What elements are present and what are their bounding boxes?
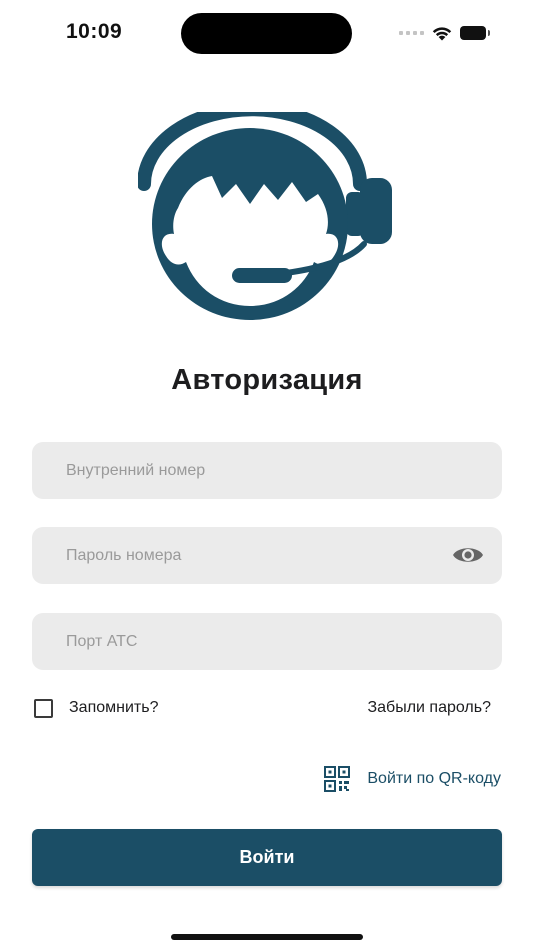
status-icons: [399, 23, 490, 43]
qr-login-label: Войти по QR-коду: [367, 770, 501, 787]
password-field: [32, 527, 502, 584]
qr-code-icon: [324, 766, 351, 792]
port-input[interactable]: [32, 613, 502, 670]
forgot-password-link[interactable]: Забыли пароль?: [367, 699, 491, 717]
cellular-signal-icon: [399, 31, 424, 35]
remember-checkbox[interactable]: Запомнить?: [34, 697, 158, 719]
eye-icon[interactable]: [452, 543, 484, 567]
status-bar: 10:09: [0, 0, 534, 66]
extension-field: [32, 442, 502, 499]
operator-headset-icon: [138, 112, 392, 320]
qr-login-link[interactable]: Войти по QR-коду: [324, 766, 501, 792]
battery-icon: [460, 26, 490, 40]
password-input[interactable]: [32, 527, 502, 584]
dynamic-island: [181, 13, 352, 54]
port-field: [32, 613, 502, 670]
remember-label: Запомнить?: [69, 699, 159, 716]
page-title: Авторизация: [171, 364, 363, 396]
extension-input[interactable]: [32, 442, 502, 499]
home-indicator[interactable]: [171, 934, 363, 940]
checkbox-icon[interactable]: [34, 698, 53, 718]
wifi-icon: [432, 27, 452, 41]
status-time: 10:09: [66, 20, 123, 43]
login-button[interactable]: Войти: [32, 829, 502, 886]
